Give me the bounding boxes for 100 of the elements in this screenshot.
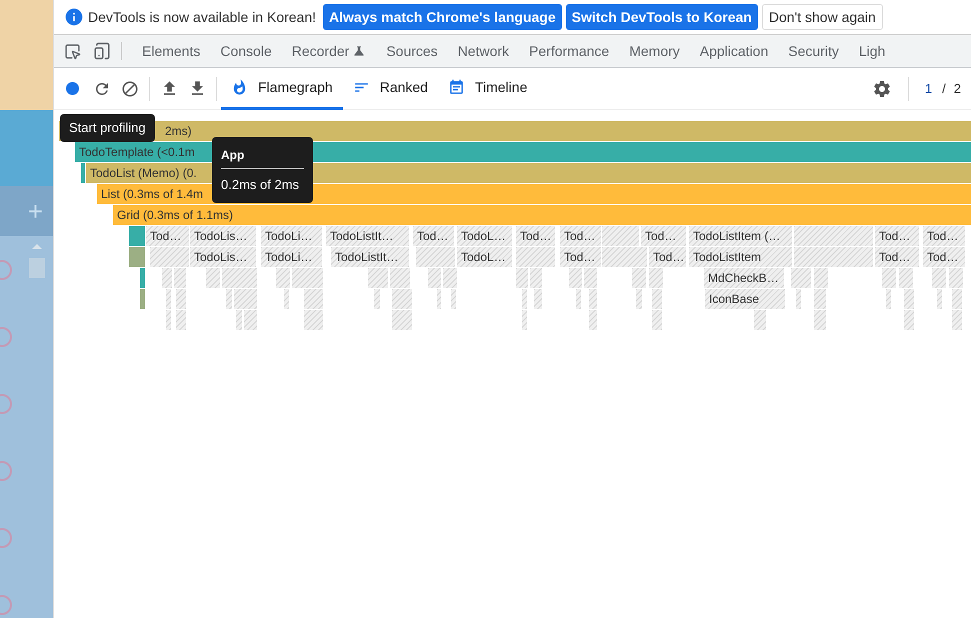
flame-bar[interactable]: Tod…: [923, 247, 965, 267]
flame-bar[interactable]: Tod…: [923, 226, 965, 246]
settings-icon[interactable]: [872, 78, 892, 98]
flame-bar[interactable]: [649, 268, 663, 288]
flame-bar[interactable]: [176, 310, 186, 330]
flame-bar[interactable]: Tod…: [649, 247, 686, 267]
flame-bar[interactable]: [140, 289, 145, 309]
flame-bar[interactable]: [374, 289, 380, 309]
flame-bar[interactable]: [522, 310, 527, 330]
flame-bar[interactable]: [516, 268, 528, 288]
flame-bar[interactable]: TodoLis…: [190, 247, 256, 267]
flame-bar[interactable]: [390, 268, 410, 288]
flame-bar[interactable]: TodoListIt…: [331, 247, 409, 267]
devtools-tab[interactable]: Sources: [376, 40, 448, 62]
flame-bar[interactable]: [174, 268, 186, 288]
flame-bar[interactable]: [522, 289, 527, 309]
flame-bar[interactable]: Tod…: [875, 247, 919, 267]
flame-bar[interactable]: [534, 289, 542, 309]
flame-bar[interactable]: [368, 268, 388, 288]
flame-bar[interactable]: [129, 247, 145, 267]
flame-bar[interactable]: [516, 247, 555, 267]
flame-bar[interactable]: [754, 310, 766, 330]
flame-bar[interactable]: TodoL…: [457, 226, 512, 246]
flame-bar[interactable]: [937, 289, 942, 309]
flame-bar[interactable]: [899, 268, 913, 288]
flame-bar[interactable]: [652, 289, 662, 309]
flame-bar[interactable]: [140, 268, 145, 288]
flame-bar[interactable]: [814, 268, 828, 288]
flame-bar[interactable]: [206, 268, 220, 288]
flame-bar[interactable]: Tod…: [641, 226, 686, 246]
flame-bar[interactable]: [814, 310, 826, 330]
flame-bar[interactable]: [244, 310, 257, 330]
flame-bar[interactable]: Tod…: [560, 247, 601, 267]
flame-bar[interactable]: TodoListIt…: [326, 226, 409, 246]
flame-bar[interactable]: [276, 268, 290, 288]
flame-bar[interactable]: [129, 226, 145, 246]
flame-bar[interactable]: MdCheckB…: [704, 268, 784, 288]
profiler-tab[interactable]: Ranked: [342, 68, 438, 110]
flame-bar[interactable]: [636, 289, 642, 309]
flame-bar[interactable]: Tod…: [875, 226, 919, 246]
flame-bar[interactable]: [166, 310, 171, 330]
banner-button[interactable]: Switch DevTools to Korean: [566, 4, 758, 30]
flame-bar[interactable]: [794, 226, 873, 246]
flame-bar[interactable]: [904, 289, 914, 309]
flame-bar[interactable]: Tod…: [413, 226, 454, 246]
flame-bar[interactable]: TodoLi…: [261, 226, 322, 246]
flame-bar[interactable]: [882, 268, 896, 288]
flame-bar[interactable]: [234, 289, 257, 309]
flame-bar[interactable]: TodoLis…: [190, 226, 256, 246]
flame-bar[interactable]: [166, 289, 171, 309]
flame-bar[interactable]: [416, 247, 455, 267]
flame-bar[interactable]: [150, 247, 189, 267]
clear-icon[interactable]: [121, 80, 139, 98]
flame-bar[interactable]: [428, 268, 441, 288]
flame-bar[interactable]: [602, 226, 639, 246]
device-icon[interactable]: [93, 42, 111, 60]
record-button[interactable]: [66, 82, 79, 95]
flame-bar[interactable]: [292, 268, 323, 288]
flame-bar[interactable]: [304, 310, 323, 330]
flame-bar[interactable]: [886, 289, 891, 309]
banner-button[interactable]: Always match Chrome's language: [323, 4, 562, 30]
flame-bar[interactable]: Tod…: [516, 226, 555, 246]
flame-bar[interactable]: [284, 289, 289, 309]
flame-bar[interactable]: [589, 310, 597, 330]
flame-bar[interactable]: [304, 289, 323, 309]
flame-bar[interactable]: [589, 289, 597, 309]
flame-bar[interactable]: [904, 310, 914, 330]
flame-bar[interactable]: [791, 268, 811, 288]
flame-bar[interactable]: [652, 310, 662, 330]
flame-bar[interactable]: [932, 268, 946, 288]
devtools-tab[interactable]: Ligh: [848, 40, 896, 62]
flame-bar[interactable]: Tod…: [560, 226, 601, 246]
flame-bar[interactable]: [584, 268, 597, 288]
flame-bar[interactable]: [392, 310, 412, 330]
flame-bar[interactable]: [576, 289, 581, 309]
devtools-tab[interactable]: Elements: [132, 40, 210, 62]
flame-bar[interactable]: TodoLi…: [261, 247, 322, 267]
flame-bar[interactable]: [236, 310, 242, 330]
flame-bar[interactable]: [794, 247, 873, 267]
flame-bar[interactable]: [796, 289, 801, 309]
flame-bar[interactable]: [949, 268, 963, 288]
flame-bar[interactable]: [530, 268, 542, 288]
flame-bar[interactable]: Grid (0.3ms of 1.1ms): [113, 205, 971, 225]
flame-bar[interactable]: [814, 289, 826, 309]
devtools-tab[interactable]: Application: [690, 40, 778, 62]
flame-bar[interactable]: TodoListItem (…: [689, 226, 792, 246]
flame-bar[interactable]: [952, 289, 962, 309]
devtools-tab[interactable]: Performance: [519, 40, 620, 62]
profiler-tab[interactable]: Flamegraph: [221, 68, 343, 110]
inspect-icon[interactable]: [64, 42, 81, 60]
flame-bar[interactable]: TodoListItem: [689, 247, 792, 267]
flame-bar[interactable]: [392, 289, 412, 309]
flame-bar[interactable]: [451, 289, 456, 309]
profiler-tab[interactable]: Timeline: [438, 68, 538, 110]
flame-bar[interactable]: [176, 289, 186, 309]
devtools-tab[interactable]: Security: [778, 40, 849, 62]
devtools-tab[interactable]: Recorder: [282, 40, 376, 62]
flame-bar[interactable]: [437, 289, 441, 309]
flame-bar[interactable]: [632, 268, 646, 288]
flame-bar[interactable]: [222, 268, 257, 288]
